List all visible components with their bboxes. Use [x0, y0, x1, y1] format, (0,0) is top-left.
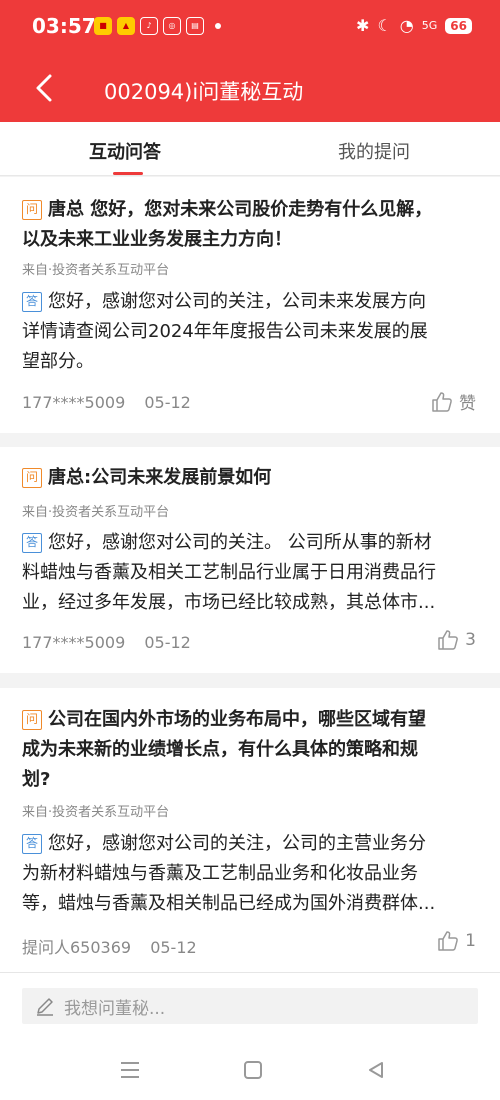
home-icon[interactable]	[243, 1060, 263, 1080]
menu-icon[interactable]	[119, 1060, 141, 1080]
navigation-bar: 002094)i问董秘互动	[0, 56, 500, 122]
input-placeholder: 我想问董秘...	[64, 998, 166, 1019]
answer-text: 为新材料蜡烛与香薰及工艺制品业务和化妆品业务	[22, 863, 418, 884]
question-text: 问公司在国内外市场的业务布局中，哪些区域有望	[22, 705, 478, 735]
qa-card[interactable]: 问唐总:公司未来发展前景如何 来自·投资者关系互动平台 答您好，感谢您对公司的关…	[0, 447, 500, 673]
question-text: 问唐总 您好，您对未来公司股价走势有什么见解，	[22, 195, 478, 225]
qa-card[interactable]: 问唐总 您好，您对未来公司股价走势有什么见解， 以及未来工业业务发展主力方向！ …	[0, 177, 500, 433]
do-not-disturb-icon: ☾	[377, 16, 392, 35]
answer-text: 望部分。	[22, 351, 94, 372]
app-notification-icon: ▤	[186, 17, 204, 35]
back-icon[interactable]	[366, 1060, 386, 1080]
source-label: 来自·投资者关系互动平台	[22, 263, 170, 278]
question-badge: 问	[22, 200, 42, 220]
source-label: 来自·投资者关系互动平台	[22, 505, 170, 520]
status-time: 03:57	[32, 14, 96, 38]
asker-id: 177****5009	[22, 393, 126, 412]
app-notification-icon: ◎	[163, 17, 181, 35]
ask-question-input[interactable]: 我想问董秘...	[22, 988, 478, 1024]
battery-indicator: 66	[445, 17, 472, 34]
wifi-icon: ◔	[399, 16, 414, 35]
status-bar: 03:57 ■ ▲ ♪ ◎ ▤ ✱ ☾ ◔ 5G 66	[0, 0, 500, 56]
tab-interactive-qa[interactable]: 互动问答	[89, 138, 161, 164]
like-count: 1	[465, 931, 476, 951]
answer-badge: 答	[22, 834, 42, 854]
qa-card[interactable]: 问公司在国内外市场的业务布局中，哪些区域有望 成为未来新的业绩增长点，有什么具体…	[0, 688, 500, 972]
question-date: 05-12	[144, 633, 191, 652]
app-notification-icon: ▲	[117, 17, 135, 35]
question-badge: 问	[22, 710, 42, 730]
app-notification-icon: ♪	[140, 17, 158, 35]
asker-id: 177****5009	[22, 633, 126, 652]
question-text: 成为未来新的业绩增长点，有什么具体的策略和规	[22, 739, 418, 760]
question-text: 划?	[22, 769, 51, 790]
page-title: 002094)i问董秘互动	[104, 80, 304, 104]
question-meta: 177****5009 05-12	[22, 393, 191, 412]
asker-id: 提问人650369	[22, 938, 132, 957]
system-navigation-bar	[0, 1050, 500, 1090]
tab-my-questions[interactable]: 我的提问	[338, 138, 410, 164]
answer-text: 等，蜡烛与香薰及相关制品已经成为国外消费群体...	[22, 893, 436, 914]
active-tab-indicator	[113, 172, 143, 175]
app-notification-icon: ■	[94, 17, 112, 35]
question-text: 以及未来工业业务发展主力方向！	[22, 229, 292, 250]
question-date: 05-12	[144, 393, 191, 412]
like-button[interactable]: 3	[437, 629, 476, 651]
bluetooth-icon: ✱	[356, 16, 370, 35]
tab-bar: 互动问答 我的提问	[0, 122, 500, 176]
question-meta: 177****5009 05-12	[22, 633, 191, 652]
source-label: 来自·投资者关系互动平台	[22, 805, 170, 820]
thumbs-up-icon	[438, 931, 459, 951]
signal-icon: 5G	[421, 19, 438, 32]
answer-text: 答您好，感谢您对公司的关注，公司未来发展方向	[22, 287, 478, 317]
like-button[interactable]: 1	[437, 930, 476, 952]
question-date: 05-12	[150, 938, 197, 957]
answer-text: 料蜡烛与香薰及相关工艺制品行业属于日用消费品行	[22, 562, 436, 583]
like-label: 赞	[459, 394, 476, 414]
like-button[interactable]: 赞	[431, 389, 476, 414]
pencil-icon	[37, 998, 53, 1016]
more-notifications-dot	[215, 23, 221, 29]
thumbs-up-icon	[438, 630, 459, 650]
answer-text: 答您好，感谢您对公司的关注，公司的主营业务分	[22, 829, 478, 859]
like-count: 3	[465, 630, 476, 650]
answer-badge: 答	[22, 292, 42, 312]
notification-icons: ■ ▲ ♪ ◎ ▤	[94, 17, 221, 35]
question-text: 问唐总:公司未来发展前景如何	[22, 463, 478, 493]
status-indicators: ✱ ☾ ◔ 5G 66	[356, 16, 472, 35]
answer-text: 详情请查阅公司2024年年度报告公司未来发展的展	[22, 321, 428, 342]
answer-text: 答您好，感谢您对公司的关注。 公司所从事的新材	[22, 528, 478, 558]
question-badge: 问	[22, 468, 42, 488]
answer-badge: 答	[22, 533, 42, 553]
question-meta: 提问人650369 05-12	[22, 934, 197, 958]
answer-text: 业，经过多年发展，市场已经比较成熟，其总体市...	[22, 592, 436, 613]
back-arrow-icon[interactable]	[30, 70, 60, 106]
thumbs-up-icon	[432, 391, 452, 412]
